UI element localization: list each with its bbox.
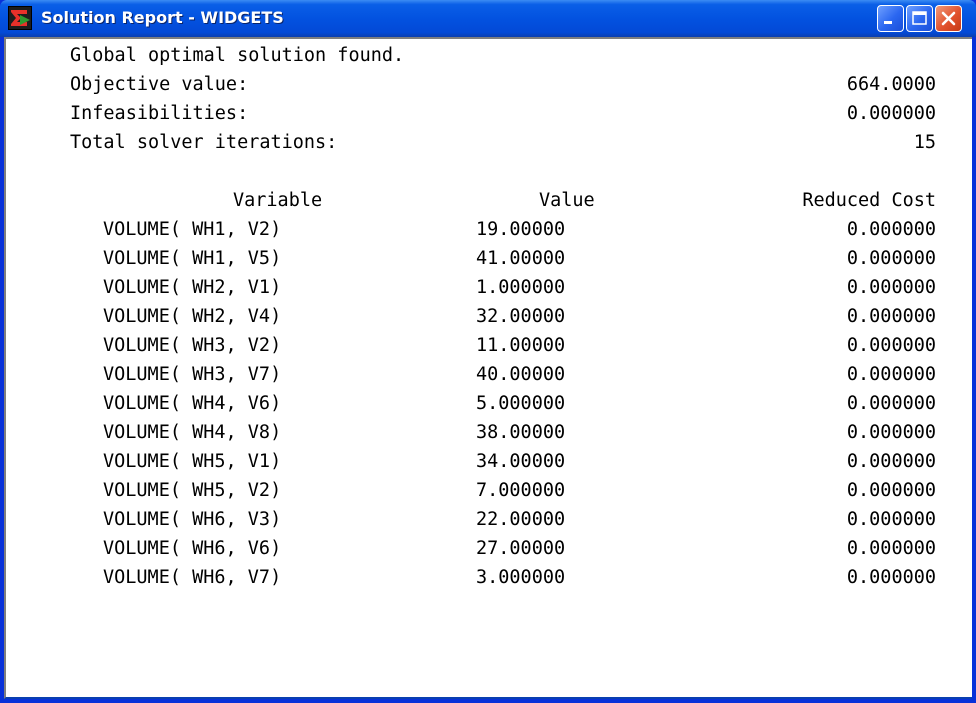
solution-status: Global optimal solution found. bbox=[70, 45, 405, 66]
variable-value: 27.00000 bbox=[476, 538, 566, 559]
close-button[interactable] bbox=[935, 5, 962, 32]
variable-name: VOLUME( WH3, V7) bbox=[103, 364, 282, 385]
table-row: VOLUME( WH2, V1) 1.000000 0.000000 bbox=[6, 273, 972, 302]
variable-name: VOLUME( WH4, V6) bbox=[103, 393, 282, 414]
variable-name: VOLUME( WH1, V2) bbox=[103, 219, 282, 240]
objective-label: Objective value: bbox=[70, 74, 249, 95]
objective-value: 664.0000 bbox=[846, 74, 936, 95]
table-row: VOLUME( WH4, V8) 38.00000 0.000000 bbox=[6, 418, 972, 447]
variable-value: 34.00000 bbox=[476, 451, 566, 472]
variable-value: 40.00000 bbox=[476, 364, 566, 385]
report-text-area[interactable]: Global optimal solution found. Objective… bbox=[4, 37, 972, 699]
table-row: VOLUME( WH1, V5) 41.00000 0.000000 bbox=[6, 244, 972, 273]
variable-value: 7.000000 bbox=[476, 480, 566, 501]
variable-name: VOLUME( WH2, V1) bbox=[103, 277, 282, 298]
variable-value: 5.000000 bbox=[476, 393, 566, 414]
title-bar[interactable]: Solution Report - WIDGETS bbox=[0, 0, 976, 37]
table-row: VOLUME( WH3, V2) 11.00000 0.000000 bbox=[6, 331, 972, 360]
solution-report: Global optimal solution found. Objective… bbox=[6, 39, 972, 697]
table-header: Variable Value Reduced Cost bbox=[6, 186, 972, 215]
maximize-icon bbox=[912, 11, 927, 25]
minimize-button[interactable] bbox=[877, 5, 904, 32]
infeasibilities-label: Infeasibilities: bbox=[70, 103, 249, 124]
table-row: VOLUME( WH6, V3) 22.00000 0.000000 bbox=[6, 505, 972, 534]
reduced-cost: 0.000000 bbox=[846, 567, 936, 588]
table-row: VOLUME( WH2, V4) 32.00000 0.000000 bbox=[6, 302, 972, 331]
variable-value: 41.00000 bbox=[476, 248, 566, 269]
sigma-icon[interactable] bbox=[8, 6, 32, 30]
reduced-cost: 0.000000 bbox=[846, 451, 936, 472]
reduced-cost: 0.000000 bbox=[846, 335, 936, 356]
variable-name: VOLUME( WH3, V2) bbox=[103, 335, 282, 356]
solution-report-window: Solution Report - WIDGETS Global optimal… bbox=[0, 0, 976, 703]
variable-name: VOLUME( WH1, V5) bbox=[103, 248, 282, 269]
variable-name: VOLUME( WH6, V7) bbox=[103, 567, 282, 588]
reduced-cost: 0.000000 bbox=[846, 538, 936, 559]
table-row: VOLUME( WH1, V2) 19.00000 0.000000 bbox=[6, 215, 972, 244]
table-row: VOLUME( WH5, V1) 34.00000 0.000000 bbox=[6, 447, 972, 476]
variable-value: 19.00000 bbox=[476, 219, 566, 240]
variable-name: VOLUME( WH5, V1) bbox=[103, 451, 282, 472]
variable-name: VOLUME( WH6, V6) bbox=[103, 538, 282, 559]
variable-value: 11.00000 bbox=[476, 335, 566, 356]
window-title: Solution Report - WIDGETS bbox=[41, 8, 284, 27]
reduced-cost: 0.000000 bbox=[846, 364, 936, 385]
maximize-button[interactable] bbox=[906, 5, 933, 32]
variable-value: 22.00000 bbox=[476, 509, 566, 530]
variable-name: VOLUME( WH5, V2) bbox=[103, 480, 282, 501]
reduced-cost: 0.000000 bbox=[846, 480, 936, 501]
close-icon bbox=[941, 11, 956, 26]
reduced-cost: 0.000000 bbox=[846, 277, 936, 298]
reduced-cost: 0.000000 bbox=[846, 509, 936, 530]
iterations-label: Total solver iterations: bbox=[70, 132, 338, 153]
reduced-cost: 0.000000 bbox=[846, 219, 936, 240]
reduced-cost: 0.000000 bbox=[846, 422, 936, 443]
table-row: VOLUME( WH4, V6) 5.000000 0.000000 bbox=[6, 389, 972, 418]
header-reduced-cost: Reduced Cost bbox=[802, 190, 936, 211]
iterations-value: 15 bbox=[913, 132, 936, 153]
variable-name: VOLUME( WH4, V8) bbox=[103, 422, 282, 443]
reduced-cost: 0.000000 bbox=[846, 306, 936, 327]
variable-name: VOLUME( WH6, V3) bbox=[103, 509, 282, 530]
table-row: VOLUME( WH6, V6) 27.00000 0.000000 bbox=[6, 534, 972, 563]
variable-value: 3.000000 bbox=[476, 567, 566, 588]
table-row: VOLUME( WH6, V7) 3.000000 0.000000 bbox=[6, 563, 972, 592]
table-row: VOLUME( WH5, V2) 7.000000 0.000000 bbox=[6, 476, 972, 505]
infeasibilities-value: 0.000000 bbox=[846, 103, 936, 124]
variable-value: 38.00000 bbox=[476, 422, 566, 443]
variable-value: 32.00000 bbox=[476, 306, 566, 327]
table-row: VOLUME( WH3, V7) 40.00000 0.000000 bbox=[6, 360, 972, 389]
variable-value: 1.000000 bbox=[476, 277, 566, 298]
header-value: Value bbox=[539, 190, 595, 211]
minimize-icon bbox=[884, 21, 892, 24]
variable-name: VOLUME( WH2, V4) bbox=[103, 306, 282, 327]
reduced-cost: 0.000000 bbox=[846, 248, 936, 269]
header-variable: Variable bbox=[233, 190, 323, 211]
reduced-cost: 0.000000 bbox=[846, 393, 936, 414]
